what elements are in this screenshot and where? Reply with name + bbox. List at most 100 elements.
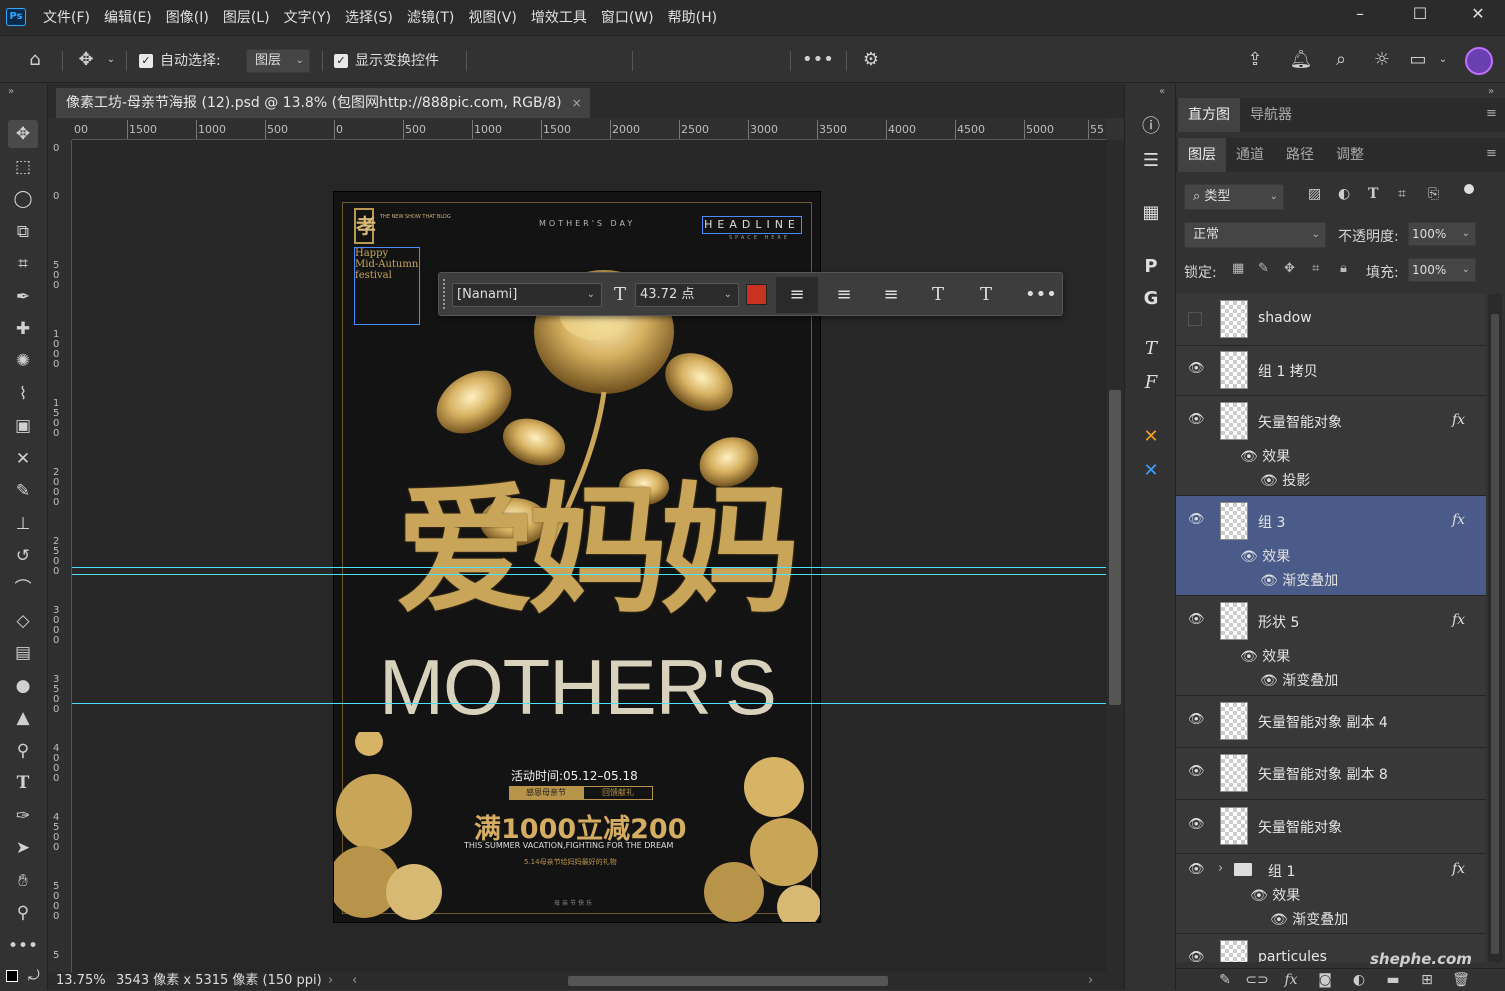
healing-brush-tool-icon[interactable]: ✚	[8, 315, 38, 343]
menu-layer[interactable]: 图层(L)	[216, 0, 277, 36]
art-history-brush-tool-icon[interactable]: ⌒	[8, 575, 38, 603]
collapse-icon[interactable]: »	[1488, 86, 1494, 97]
filter-adjustment-icon[interactable]: ◐	[1338, 186, 1350, 202]
gradient-tool-icon[interactable]: ▤	[8, 639, 38, 667]
lock-all-icon[interactable]: 🔒︎	[1340, 261, 1347, 276]
opacity-input[interactable]: 100% ⌄	[1408, 222, 1476, 246]
effects-label[interactable]: 👁︎ 效果	[1240, 546, 1290, 566]
filter-type-icon[interactable]: T	[1368, 186, 1378, 202]
patch-tool-icon[interactable]: ⌇	[8, 380, 38, 408]
hand-tool-icon[interactable]: ✋︎	[8, 867, 38, 895]
more-tools-icon[interactable]: •••	[8, 932, 38, 960]
plugin-x-icon[interactable]: ✕	[1135, 456, 1167, 486]
filter-pixel-icon[interactable]: ▨	[1308, 186, 1321, 202]
filter-type-dropdown[interactable]: ⌕ 类型 ⌄	[1184, 184, 1284, 210]
link-layers-icon[interactable]: ⊂⊃	[1244, 969, 1270, 991]
horizontal-ruler[interactable]: 00 1500 1000 500 0 500 1000 1500 2000 25…	[72, 118, 1106, 140]
layers-scrollbar[interactable]	[1488, 294, 1502, 962]
libraries-icon[interactable]: ▦	[1135, 198, 1167, 228]
tab-navigator[interactable]: 导航器	[1240, 98, 1302, 132]
lock-position-icon[interactable]: ✥	[1284, 261, 1295, 276]
path-select-tool-icon[interactable]: ➤	[8, 834, 38, 862]
gear-icon[interactable]: ⚙	[858, 47, 884, 73]
object-select-tool-icon[interactable]: ⧉	[8, 218, 38, 246]
tab-histogram[interactable]: 直方图	[1178, 98, 1240, 132]
share-icon[interactable]: ⇪	[1240, 47, 1270, 73]
layer-row[interactable]: 👁︎ 矢量智能对象	[1176, 800, 1486, 854]
home-icon[interactable]: ⌂	[20, 47, 50, 73]
eyedropper-tool-icon[interactable]: ✒	[8, 283, 38, 311]
fx-icon[interactable]: fx	[1278, 969, 1304, 991]
move-tool-icon[interactable]: ✥	[8, 120, 38, 148]
eye-icon[interactable]: 👁︎	[1188, 712, 1205, 727]
menu-plugins[interactable]: 增效工具	[524, 0, 594, 36]
spot-heal-tool-icon[interactable]: ✺	[8, 347, 38, 375]
dodge-tool-icon[interactable]: ⚲	[8, 737, 38, 765]
effect-item[interactable]: 👁︎ 渐变叠加	[1260, 570, 1338, 590]
menu-view[interactable]: 视图(V)	[461, 0, 524, 36]
fx-icon[interactable]: fx	[1452, 512, 1465, 528]
layer-row[interactable]: 👁︎ 组 3 fx 👁︎ 效果 👁︎ 渐变叠加	[1176, 496, 1486, 596]
layer-row[interactable]: 👁︎ 矢量智能对象 副本 4	[1176, 696, 1486, 748]
poster-english-title[interactable]: MOTHER'S	[379, 642, 777, 732]
plugin-tools-icon[interactable]: ✕	[1135, 422, 1167, 452]
bell-icon[interactable]: 🔔︎	[1288, 47, 1314, 73]
show-transform-checkbox[interactable]: ✓	[334, 54, 348, 68]
crop-tool-icon[interactable]: ⌗	[8, 250, 38, 278]
close-window-button[interactable]: ✕	[1448, 0, 1505, 30]
effects-label[interactable]: 👁︎ 效果	[1240, 646, 1290, 666]
layer-row[interactable]: shadow	[1176, 294, 1486, 346]
auto-select-target-dropdown[interactable]: 图层 ⌄	[246, 49, 310, 73]
fx-icon[interactable]: fx	[1452, 612, 1465, 628]
more-button[interactable]: •••	[1025, 282, 1057, 308]
lock-pixels-icon[interactable]: ✎	[1258, 261, 1269, 276]
blur-tool-icon[interactable]: ●	[8, 672, 38, 700]
vertical-scrollbar[interactable]	[1106, 140, 1124, 972]
menu-window[interactable]: 窗口(W)	[594, 0, 661, 36]
character-icon[interactable]: T	[1135, 334, 1167, 364]
text-color-swatch[interactable]	[746, 284, 767, 305]
eraser-tool-icon[interactable]: ◇	[8, 607, 38, 635]
layer-row[interactable]: 👁︎ 组 1 拷贝	[1176, 346, 1486, 396]
filter-shape-icon[interactable]: ⌗	[1398, 186, 1406, 202]
zoom-level[interactable]: 13.75%	[56, 972, 106, 990]
glyphs-icon[interactable]: G	[1135, 284, 1167, 314]
history-brush-tool-icon[interactable]: ↺	[8, 542, 38, 570]
menu-image[interactable]: 图像(I)	[159, 0, 216, 36]
menu-edit[interactable]: 编辑(E)	[97, 0, 159, 36]
close-tab-icon[interactable]: ×	[572, 88, 582, 118]
layer-row[interactable]: 👁︎ 矢量智能对象 副本 8	[1176, 748, 1486, 800]
menu-type[interactable]: 文字(Y)	[277, 0, 338, 36]
font-icon[interactable]: F	[1135, 368, 1167, 398]
vertical-ruler[interactable]: 0 0 500 1000 1500 2000 2500 3000 3500 40…	[48, 140, 72, 972]
new-layer-icon[interactable]: ⊞	[1414, 969, 1440, 991]
zoom-tool-icon[interactable]: ⚲	[8, 899, 38, 927]
character-panel-icon[interactable]: T	[971, 282, 1001, 308]
adjustment-layer-icon[interactable]: ◐	[1346, 969, 1372, 991]
tab-layers[interactable]: 图层	[1178, 138, 1226, 172]
layer-row[interactable]: 👁︎ 矢量智能对象 fx 👁︎ 效果 👁︎ 投影	[1176, 396, 1486, 496]
type-tool-icon[interactable]: T	[8, 769, 38, 797]
lock-transparency-icon[interactable]: ▦	[1232, 261, 1244, 276]
effect-item[interactable]: 👁︎ 渐变叠加	[1270, 909, 1348, 929]
paragraph-styles-icon[interactable]: P	[1135, 252, 1167, 282]
eye-icon[interactable]: 👁︎	[1188, 764, 1205, 779]
new-group-icon[interactable]: ▬	[1380, 969, 1406, 991]
scroll-right-icon[interactable]: ›	[1088, 972, 1093, 990]
clone-stamp-tool-icon[interactable]: ⊥	[8, 510, 38, 538]
layer-group-row[interactable]: 👁︎ › 组 1 fx 👁︎ 效果 👁︎ 渐变叠加	[1176, 854, 1486, 934]
collapse-icon[interactable]: »	[8, 86, 14, 97]
menu-help[interactable]: 帮助(H)	[661, 0, 724, 36]
tab-adjustments[interactable]: 调整	[1326, 138, 1374, 172]
tab-paths[interactable]: 路径	[1276, 138, 1324, 172]
fx-icon[interactable]: fx	[1452, 861, 1465, 877]
marquee-tool-icon[interactable]: ⬚	[8, 153, 38, 181]
eye-icon[interactable]: 👁︎	[1188, 862, 1205, 877]
trash-icon[interactable]: 🗑︎	[1448, 969, 1474, 991]
menu-select[interactable]: 选择(S)	[338, 0, 400, 36]
align-right-icon[interactable]: ≡	[876, 282, 906, 308]
add-mask-icon[interactable]: ◙	[1312, 969, 1338, 991]
blend-mode-dropdown[interactable]: 正常 ⌄	[1184, 222, 1326, 248]
canvas-area[interactable]: 孝 THE NEW SHOW THAT BLOG MOTHER'S DAY HE…	[72, 140, 1106, 972]
sharpen-tool-icon[interactable]: ▲	[8, 704, 38, 732]
